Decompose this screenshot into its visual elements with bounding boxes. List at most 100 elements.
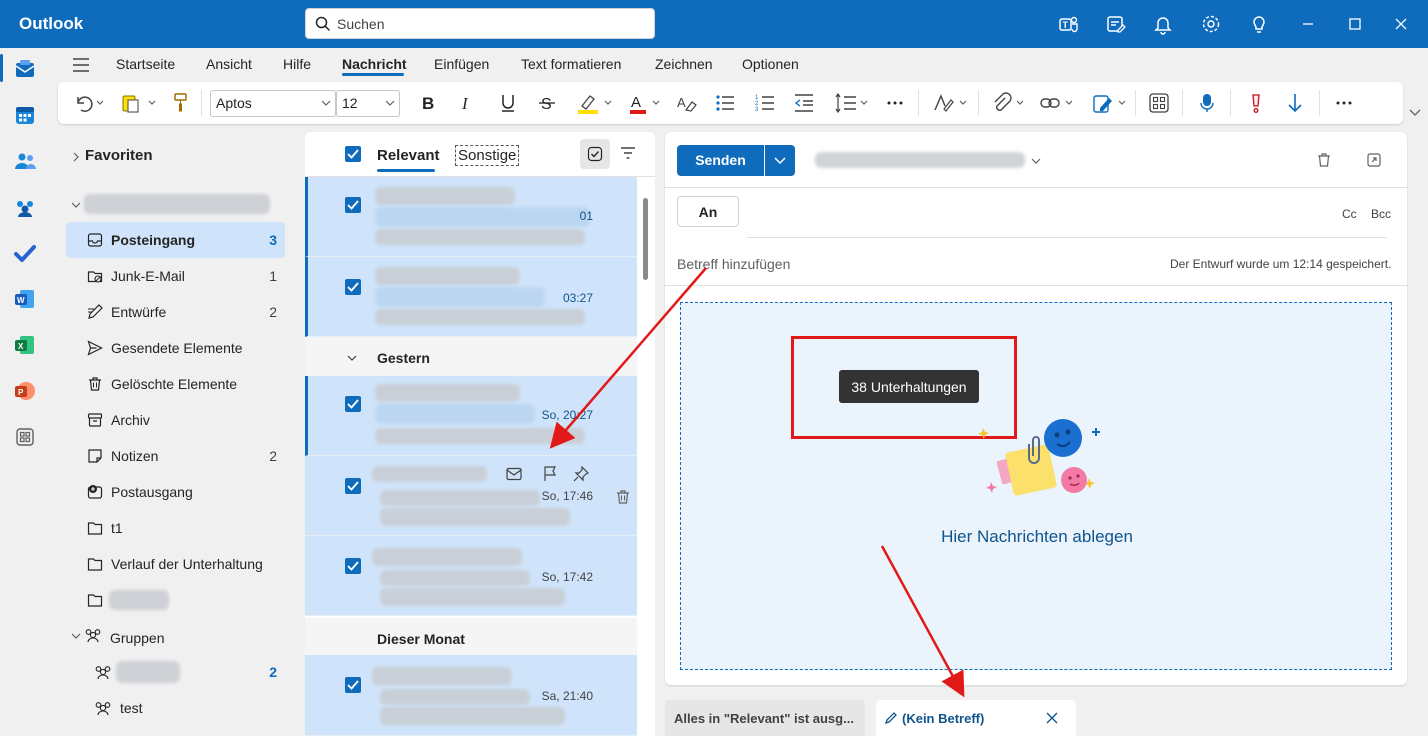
tab-zeichnen[interactable]: Zeichnen: [655, 56, 713, 72]
send-button[interactable]: Senden: [677, 145, 764, 176]
undo-icon[interactable]: [73, 92, 105, 114]
tab-text-formatieren[interactable]: Text formatieren: [521, 56, 621, 72]
bold-icon[interactable]: B: [420, 92, 436, 114]
message-checkbox[interactable]: [345, 558, 361, 574]
send-options-button[interactable]: [765, 145, 795, 176]
folder-t1[interactable]: t1: [66, 510, 285, 546]
link-icon[interactable]: [1040, 92, 1076, 114]
powerpoint-icon[interactable]: P: [13, 379, 37, 403]
selection-mode-button[interactable]: [580, 139, 610, 169]
folder-postausgang[interactable]: Postausgang: [66, 474, 285, 510]
line-spacing-icon[interactable]: [834, 92, 870, 114]
pin-icon[interactable]: [573, 466, 589, 482]
message-checkbox[interactable]: [345, 396, 361, 412]
more-options-icon[interactable]: [1335, 92, 1353, 114]
numbered-list-icon[interactable]: 123: [754, 92, 776, 114]
message-checkbox[interactable]: [345, 478, 361, 494]
close-icon[interactable]: [1046, 712, 1058, 724]
flag-icon[interactable]: [543, 466, 557, 482]
attach-icon[interactable]: [991, 92, 1027, 114]
list-item[interactable]: 03:27: [305, 257, 637, 337]
folder-geloescht[interactable]: Gelöschte Elemente: [66, 366, 285, 402]
chevron-down-icon[interactable]: [1031, 157, 1041, 165]
high-importance-icon[interactable]: [1247, 92, 1265, 114]
strikethrough-icon[interactable]: S: [538, 92, 556, 114]
chevron-down-icon[interactable]: [71, 201, 81, 209]
mail-icon[interactable]: [13, 57, 37, 81]
maximize-icon[interactable]: [1343, 12, 1367, 36]
bullet-list-icon[interactable]: [714, 92, 736, 114]
gear-icon[interactable]: [1199, 12, 1223, 36]
cc-button[interactable]: Cc: [1342, 207, 1357, 221]
chevron-down-icon[interactable]: [71, 632, 81, 640]
folder-gesendet[interactable]: Gesendete Elemente: [66, 330, 285, 366]
bottom-tab-draft[interactable]: (Kein Betreff): [876, 700, 1076, 736]
group-test[interactable]: test: [66, 690, 285, 726]
styles-icon[interactable]: [933, 92, 969, 114]
list-item[interactable]: Sa, 21:40: [305, 655, 637, 736]
tab-ansicht[interactable]: Ansicht: [206, 56, 252, 72]
people-icon[interactable]: [13, 149, 37, 173]
lightbulb-icon[interactable]: [1247, 12, 1271, 36]
select-all-checkbox[interactable]: [345, 146, 361, 162]
delete-icon[interactable]: [615, 489, 631, 505]
folder-junk[interactable]: Junk-E-Mail 1: [66, 258, 285, 294]
message-checkbox[interactable]: [345, 279, 361, 295]
pop-out-icon[interactable]: [1366, 152, 1382, 168]
tab-startseite[interactable]: Startseite: [116, 56, 175, 72]
folder-verlauf[interactable]: Verlauf der Unterhaltung: [66, 546, 285, 582]
chevron-right-icon[interactable]: [72, 152, 80, 162]
list-item[interactable]: So, 20:27: [305, 376, 637, 456]
tab-relevant[interactable]: Relevant: [377, 147, 440, 164]
discard-icon[interactable]: [1316, 152, 1332, 168]
font-size-select[interactable]: 12: [336, 90, 400, 117]
group-header-gestern[interactable]: Gestern: [305, 337, 637, 381]
list-item[interactable]: So, 17:42: [305, 536, 637, 616]
message-list-scrollbar[interactable]: [643, 198, 648, 280]
tab-sonstige[interactable]: Sonstige: [455, 145, 520, 166]
list-item[interactable]: So, 17:46: [305, 456, 637, 536]
expand-ribbon-icon[interactable]: [1409, 107, 1421, 117]
todo-icon[interactable]: [13, 241, 37, 265]
decrease-indent-icon[interactable]: [793, 92, 815, 114]
folder-notizen[interactable]: Notizen 2: [66, 438, 285, 474]
tab-hilfe[interactable]: Hilfe: [283, 56, 311, 72]
paste-icon[interactable]: [120, 92, 156, 114]
teams-icon[interactable]: T: [1056, 12, 1080, 36]
list-item[interactable]: 01: [305, 177, 637, 257]
tab-optionen[interactable]: Optionen: [742, 56, 799, 72]
bell-icon[interactable]: [1151, 12, 1175, 36]
more-apps-icon[interactable]: [13, 425, 37, 449]
excel-icon[interactable]: X: [13, 333, 37, 357]
apps-icon[interactable]: [1148, 92, 1170, 114]
groups-app-icon[interactable]: [13, 195, 37, 219]
hamburger-icon[interactable]: [72, 57, 90, 73]
italic-icon[interactable]: I: [459, 92, 475, 114]
to-button[interactable]: An: [677, 196, 739, 227]
search-input[interactable]: [337, 14, 637, 34]
clear-formatting-icon[interactable]: A: [676, 92, 698, 114]
filter-icon[interactable]: [620, 146, 636, 160]
underline-icon[interactable]: [499, 92, 517, 114]
tab-nachricht[interactable]: Nachricht: [342, 56, 407, 72]
account-name-redacted[interactable]: [84, 194, 270, 214]
favorites-label[interactable]: Favoriten: [85, 147, 153, 164]
whats-new-icon[interactable]: [1104, 12, 1128, 36]
drop-zone[interactable]: 38 Unterhaltungen Hier Nachrichten ableg…: [680, 302, 1392, 670]
font-color-icon[interactable]: A: [628, 92, 664, 114]
folder-entwuerfe[interactable]: Entwürfe 2: [66, 294, 285, 330]
folder-archiv[interactable]: Archiv: [66, 402, 285, 438]
low-importance-icon[interactable]: [1286, 92, 1304, 114]
calendar-icon[interactable]: [13, 103, 37, 127]
minimize-icon[interactable]: [1296, 12, 1320, 36]
word-icon[interactable]: W: [13, 287, 37, 311]
message-checkbox[interactable]: [345, 197, 361, 213]
format-painter-icon[interactable]: [172, 92, 190, 114]
folder-posteingang[interactable]: Posteingang 3: [66, 222, 285, 258]
highlight-icon[interactable]: [576, 92, 616, 114]
search-box[interactable]: [305, 8, 655, 39]
folder-redacted[interactable]: [66, 582, 285, 618]
tab-einfuegen[interactable]: Einfügen: [434, 56, 489, 72]
more-format-icon[interactable]: [886, 92, 904, 114]
mark-read-icon[interactable]: [506, 467, 522, 481]
